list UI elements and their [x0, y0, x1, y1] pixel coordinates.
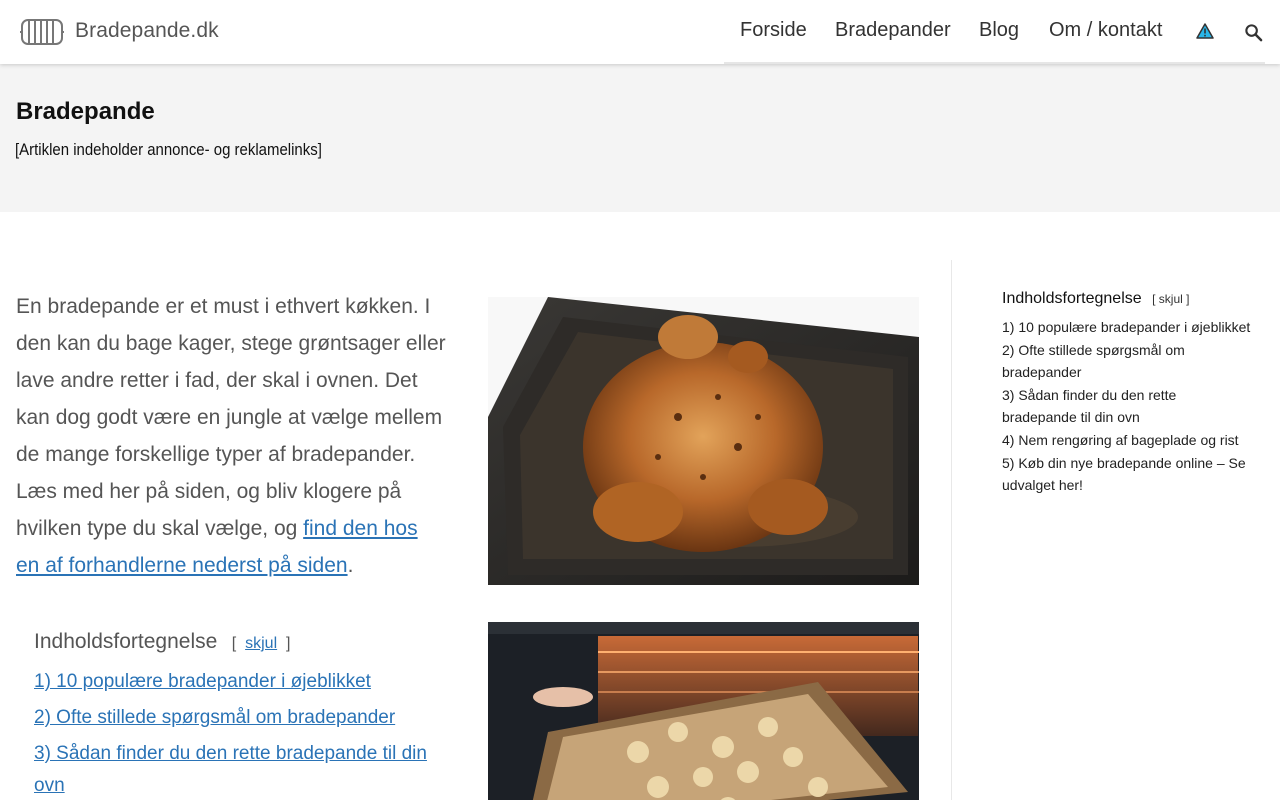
- intro-end: .: [347, 554, 354, 577]
- toc-link-1[interactable]: 1) 10 populære bradepander i øjeblikket: [34, 671, 371, 692]
- table-of-contents: Indholdsfortegnelse [ skjul ] 1) 10 popu…: [34, 630, 444, 800]
- toc-bracket-open: [: [231, 635, 237, 652]
- page-hero: Bradepande [Artiklen indeholder annonce-…: [0, 64, 1280, 212]
- ad-disclaimer: [Artiklen indeholder annonce- og reklame…: [15, 140, 322, 159]
- sidebar-toc-link-4[interactable]: 4) Nem rengøring af bageplade og rist: [1002, 429, 1252, 451]
- warning-icon[interactable]: [1196, 23, 1214, 39]
- oven-baking-image: [488, 622, 919, 800]
- nav-underline: [724, 62, 1265, 64]
- sidebar-table-of-contents: Indholdsfortegnelse [ skjul ] 1) 10 popu…: [1002, 290, 1252, 497]
- toc-title: Indholdsfortegnelse: [34, 630, 218, 653]
- page-title: Bradepande: [16, 98, 155, 125]
- nav-forside[interactable]: Forside: [740, 19, 807, 42]
- sidebar-toc-title: Indholdsfortegnelse: [1002, 290, 1142, 307]
- toc-hide-link[interactable]: skjul: [245, 635, 277, 652]
- intro-paragraph: En bradepande er et must i ethvert køkke…: [16, 288, 446, 584]
- toc-bracket-close: ]: [286, 635, 291, 652]
- sidebar-divider: [951, 260, 952, 800]
- site-header: Bradepande.dk Forside Bradepander Blog O…: [0, 0, 1280, 64]
- toc-item: 2) Ofte stillede spørgsmål om bradepande…: [34, 702, 444, 734]
- sidebar-toc-list: 1) 10 populære bradepander i øjeblikket …: [1002, 316, 1252, 496]
- sidebar-toc-toggle[interactable]: [ skjul ]: [1152, 292, 1189, 306]
- toc-item: 1) 10 populære bradepander i øjeblikket: [34, 666, 444, 698]
- search-icon[interactable]: [1244, 23, 1263, 42]
- nav-blog[interactable]: Blog: [979, 19, 1019, 42]
- toc-list: 1) 10 populære bradepander i øjeblikket …: [34, 666, 444, 800]
- sidebar-toc-link-3[interactable]: 3) Sådan finder du den rette bradepande …: [1002, 384, 1252, 428]
- toc-toggle: [ skjul ]: [232, 635, 291, 652]
- grill-logo-icon[interactable]: [20, 17, 64, 47]
- toc-item: 3) Sådan finder du den rette bradepande …: [34, 738, 444, 800]
- sidebar-toc-link-1[interactable]: 1) 10 populære bradepander i øjeblikket: [1002, 316, 1252, 338]
- nav-bradepander[interactable]: Bradepander: [835, 19, 951, 42]
- site-brand-link[interactable]: Bradepande.dk: [75, 19, 219, 43]
- roast-chicken-image: [488, 297, 919, 585]
- toc-link-2[interactable]: 2) Ofte stillede spørgsmål om bradepande…: [34, 707, 395, 728]
- nav-om-kontakt[interactable]: Om / kontakt: [1049, 19, 1162, 42]
- intro-text: En bradepande er et must i ethvert køkke…: [16, 295, 446, 540]
- toc-link-3[interactable]: 3) Sådan finder du den rette bradepande …: [34, 743, 427, 796]
- sidebar-toc-link-2[interactable]: 2) Ofte stillede spørgsmål om bradepande…: [1002, 339, 1252, 383]
- sidebar-toc-link-5[interactable]: 5) Køb din nye bradepande online – Se ud…: [1002, 452, 1252, 496]
